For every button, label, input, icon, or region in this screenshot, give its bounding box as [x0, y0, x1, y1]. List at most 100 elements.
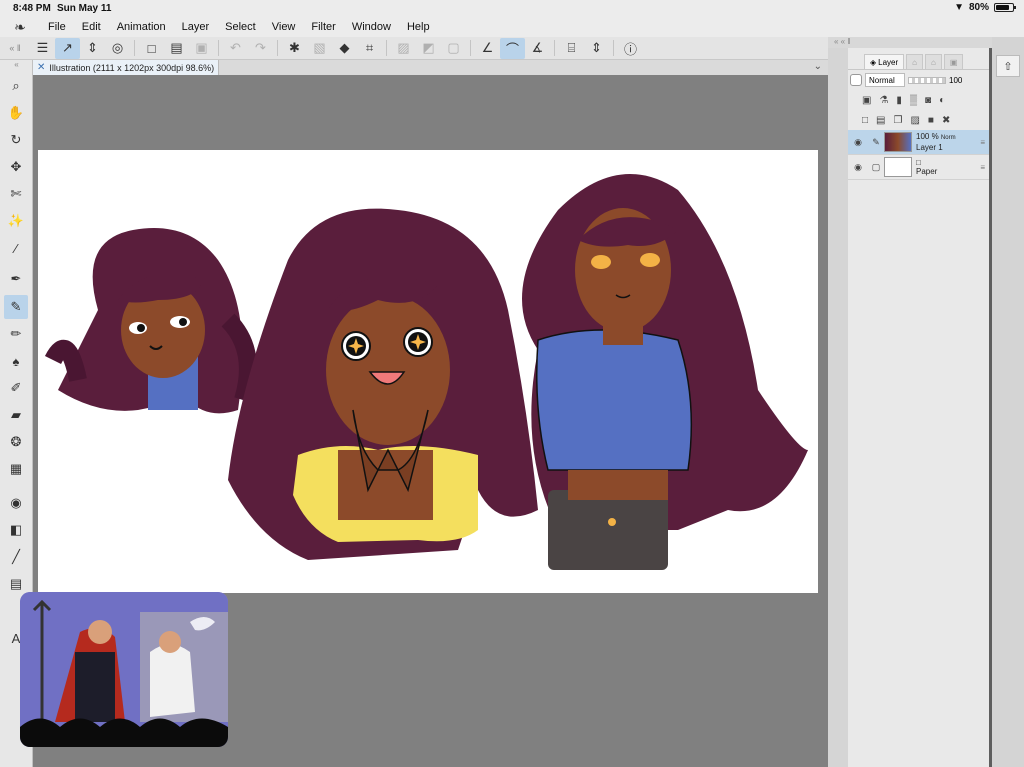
palette-icon: ▣	[949, 57, 958, 67]
reference-icon[interactable]: ⚗	[879, 95, 888, 106]
menu-window[interactable]: Window	[344, 21, 399, 33]
lock-transparent-icon[interactable]: ▒	[910, 95, 917, 106]
chevrons-icon[interactable]: ⇕	[584, 38, 609, 59]
undo-icon[interactable]: ↶	[223, 38, 248, 59]
save-icon[interactable]: ▣	[189, 38, 214, 59]
eye-icon[interactable]: ◉	[848, 162, 868, 173]
menu-help[interactable]: Help	[399, 21, 438, 33]
layer-info: □ Paper	[916, 158, 937, 176]
illustration-canvas[interactable]	[38, 150, 818, 593]
mask-icon[interactable]: ◙	[925, 95, 931, 106]
eye-icon[interactable]: ◉	[848, 137, 868, 148]
layer-checkbox[interactable]: ▢	[868, 162, 884, 173]
clip-icon[interactable]: ▣	[862, 95, 871, 106]
menu-bar: ❧ File Edit Animation Layer Select View …	[0, 17, 1024, 37]
layer-mask-icon[interactable]: ■	[928, 115, 934, 126]
align-icon[interactable]: ⌸	[559, 38, 584, 59]
tab-property[interactable]: ⌂	[906, 54, 924, 69]
rotate-icon[interactable]: ↻	[4, 128, 28, 152]
select-tool-icon[interactable]: ✄	[4, 182, 28, 206]
draft-icon[interactable]: ◐	[939, 95, 945, 106]
open-icon[interactable]: ▤	[164, 38, 189, 59]
help-icon[interactable]: ⓘ	[618, 38, 643, 59]
tab-layer[interactable]: ◈ Layer	[864, 54, 905, 69]
cursor-icon[interactable]: ↗	[55, 37, 80, 59]
merge-icon[interactable]: ▨	[910, 115, 919, 126]
zoom-icon[interactable]: ⌕	[4, 74, 28, 98]
hand-icon[interactable]: ✋	[4, 101, 28, 125]
layer-tools-row-2: □ ▤ ❐ ▨ ■ ✖	[848, 110, 989, 130]
menu-layer[interactable]: Layer	[174, 21, 218, 33]
redo-icon[interactable]: ↷	[248, 38, 273, 59]
menu-file[interactable]: File	[40, 21, 74, 33]
loading-icon[interactable]: ✱	[282, 38, 307, 59]
collapse-tools-icon[interactable]: «	[0, 60, 33, 74]
pen-tool-icon[interactable]: ✒	[4, 267, 28, 291]
close-icon[interactable]: ✕	[37, 62, 45, 73]
blend-mode-select[interactable]: Normal	[865, 73, 905, 87]
new-folder-icon[interactable]: ▤	[876, 115, 885, 126]
layer-name: Layer 1	[916, 143, 943, 152]
fill-tool-icon[interactable]: ◉	[4, 491, 28, 515]
menu-filter[interactable]: Filter	[303, 21, 343, 33]
collapse-left-icon[interactable]: « ‖	[0, 43, 30, 53]
menu-select[interactable]: Select	[217, 21, 264, 33]
move-icon[interactable]: ✥	[4, 155, 28, 179]
brush-icon[interactable]: ∠	[475, 38, 500, 59]
layer-thumbnail	[884, 132, 912, 152]
pen-icon[interactable]: ⌒	[500, 37, 525, 59]
eyedropper-icon[interactable]: ∕	[4, 236, 28, 260]
crop-icon[interactable]: ⌗	[357, 38, 382, 59]
document-tab[interactable]: ✕ Illustration (2111 x 1202px 300dpi 98.…	[33, 60, 220, 75]
menu-edit[interactable]: Edit	[74, 21, 109, 33]
navigator-icon: ⌂	[931, 57, 936, 67]
picture-in-picture-video[interactable]	[20, 592, 228, 747]
frame-icon[interactable]: ▦	[4, 457, 28, 481]
new-layer-icon[interactable]: □	[862, 115, 868, 126]
app-logo-icon[interactable]: ❧	[0, 19, 40, 36]
export-icon[interactable]: ⇧	[996, 55, 1020, 77]
collapse-right-icon[interactable]: « « ‖	[828, 37, 992, 48]
eraser-icon[interactable]: ▰	[4, 403, 28, 427]
tab-layer-label: Layer	[878, 57, 899, 67]
layer-menu-icon[interactable]: ≡	[980, 138, 985, 147]
illustration-artwork	[44, 174, 808, 570]
marker-icon[interactable]: ✏	[4, 322, 28, 346]
layer-menu-icon[interactable]: ≡	[980, 163, 985, 172]
layer-options-row: Normal 100	[848, 70, 989, 90]
blend-mode-label: Normal	[869, 75, 895, 85]
settings-icon[interactable]: ◎	[105, 38, 130, 59]
quick-access-icon[interactable]: ⇕	[80, 38, 105, 59]
layer-row-layer-1[interactable]: ◉ ✎ 100 % Norm Layer 1 ≡	[848, 130, 989, 155]
tab-palette[interactable]: ▣	[943, 54, 964, 69]
dropper-icon[interactable]: ✐	[4, 376, 28, 400]
battery-icon	[994, 3, 1016, 12]
clear-icon[interactable]: ▨	[391, 38, 416, 59]
layer-color-icon[interactable]	[850, 74, 862, 86]
blend-icon[interactable]: ❂	[4, 430, 28, 454]
select-icon[interactable]: ▢	[441, 38, 466, 59]
layer-row-paper[interactable]: ◉ ▢ □ Paper ≡	[848, 155, 989, 180]
fill-icon[interactable]: ◆	[332, 38, 357, 59]
brush-tool-icon[interactable]: ✎	[4, 295, 28, 319]
duplicate-icon[interactable]: ❐	[894, 115, 903, 126]
edit-pen-icon: ✎	[872, 136, 880, 147]
delete-icon[interactable]: ✖	[942, 115, 950, 126]
line-icon[interactable]: ╱	[4, 545, 28, 569]
transform-icon[interactable]: ▧	[307, 38, 332, 59]
wand-icon[interactable]: ✨	[4, 209, 28, 233]
pencil-icon[interactable]: ∡	[525, 38, 550, 59]
opacity-value[interactable]: 100	[949, 76, 962, 85]
new-icon[interactable]: □	[139, 38, 164, 59]
character-left	[44, 228, 257, 414]
tab-navigator[interactable]: ⌂	[925, 54, 942, 69]
opacity-slider[interactable]	[908, 76, 946, 84]
gradient-icon[interactable]: ◧	[4, 518, 28, 542]
menu-icon[interactable]: ☰	[30, 38, 55, 59]
menu-view[interactable]: View	[264, 21, 304, 33]
menu-animation[interactable]: Animation	[109, 21, 174, 33]
lock-icon[interactable]: ▮	[896, 95, 902, 106]
airbrush-icon[interactable]: ♠	[4, 349, 28, 373]
chevron-down-icon[interactable]: ⌄	[814, 61, 822, 72]
invert-icon[interactable]: ◩	[416, 38, 441, 59]
